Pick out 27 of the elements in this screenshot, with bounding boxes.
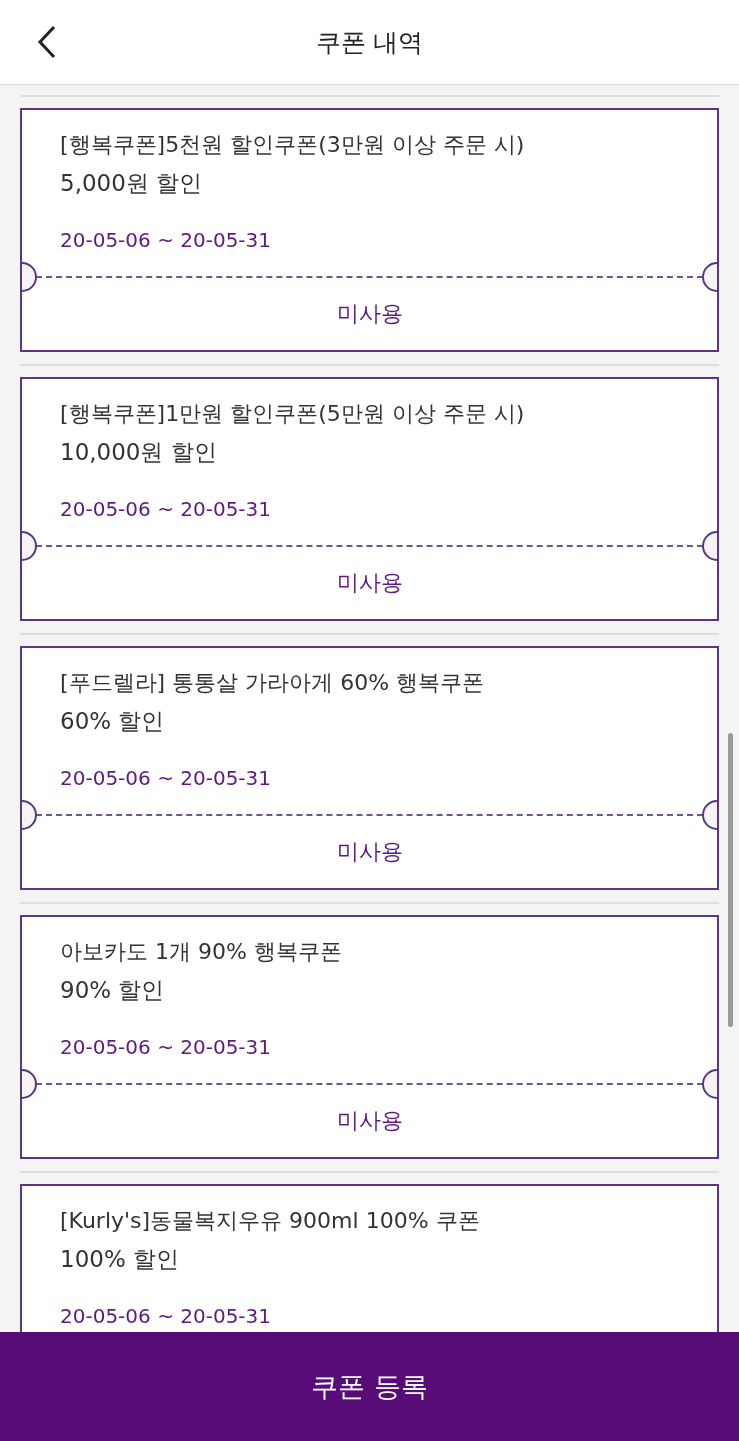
back-icon (37, 25, 57, 59)
page-title: 쿠폰 내역 (315, 26, 424, 59)
coupon-card[interactable]: [푸드렐라] 통통살 가라아게 60% 행복쿠폰 60% 할인 20-05-06 ~ 20-05-31 미사용 (20, 646, 719, 890)
coupon-card[interactable]: [Kurly's]동물복지우유 900ml 100% 쿠폰 100% 할인 20-05-06 ~ 20-05-31 (20, 1184, 719, 1332)
coupon-period: 20-05-06 ~ 20-05-31 (60, 765, 272, 792)
coupon-status: 미사용 (336, 300, 403, 328)
coupon-title: [Kurly's]동물복지우유 900ml 100% 쿠폰 (60, 1207, 480, 1235)
coupon-status: 미사용 (336, 1107, 403, 1135)
coupon-discount: 5,000원 할인 (60, 169, 203, 198)
coupon-title: [푸드렐라] 통통살 가라아게 60% 행복쿠폰 (60, 669, 485, 697)
coupon-card[interactable]: [행복쿠폰]1만원 할인쿠폰(5만원 이상 주문 시) 10,000원 할인 20-05-06 ~ 20-05-31 미사용 (20, 377, 719, 621)
coupon-status: 미사용 (336, 569, 403, 597)
coupon-period: 20-05-06 ~ 20-05-31 (60, 1303, 272, 1330)
coupon-period: 20-05-06 ~ 20-05-31 (60, 227, 272, 254)
register-coupon-button[interactable]: 쿠폰 등록 (0, 1332, 739, 1441)
coupon-discount: 60% 할인 (60, 707, 165, 736)
coupon-status: 미사용 (336, 838, 403, 866)
coupon-title: [행복쿠폰]1만원 할인쿠폰(5만원 이상 주문 시) (60, 400, 525, 428)
coupon-period: 20-05-06 ~ 20-05-31 (60, 1034, 272, 1061)
coupon-title: [행복쿠폰]5천원 할인쿠폰(3만원 이상 주문 시) (60, 131, 525, 159)
coupon-card[interactable]: 아보카도 1개 90% 행복쿠폰 90% 할인 20-05-06 ~ 20-05-31 미사용 (20, 915, 719, 1159)
coupon-period: 20-05-06 ~ 20-05-31 (60, 496, 272, 523)
coupon-title: 아보카도 1개 90% 행복쿠폰 (60, 938, 342, 966)
coupon-card[interactable]: [행복쿠폰]5천원 할인쿠폰(3만원 이상 주문 시) 5,000원 할인 20-05-06 ~ 20-05-31 미사용 (20, 108, 719, 352)
coupon-discount: 90% 할인 (60, 976, 165, 1005)
coupon-discount: 100% 할인 (60, 1245, 180, 1274)
coupon-discount: 10,000원 할인 (60, 438, 217, 467)
